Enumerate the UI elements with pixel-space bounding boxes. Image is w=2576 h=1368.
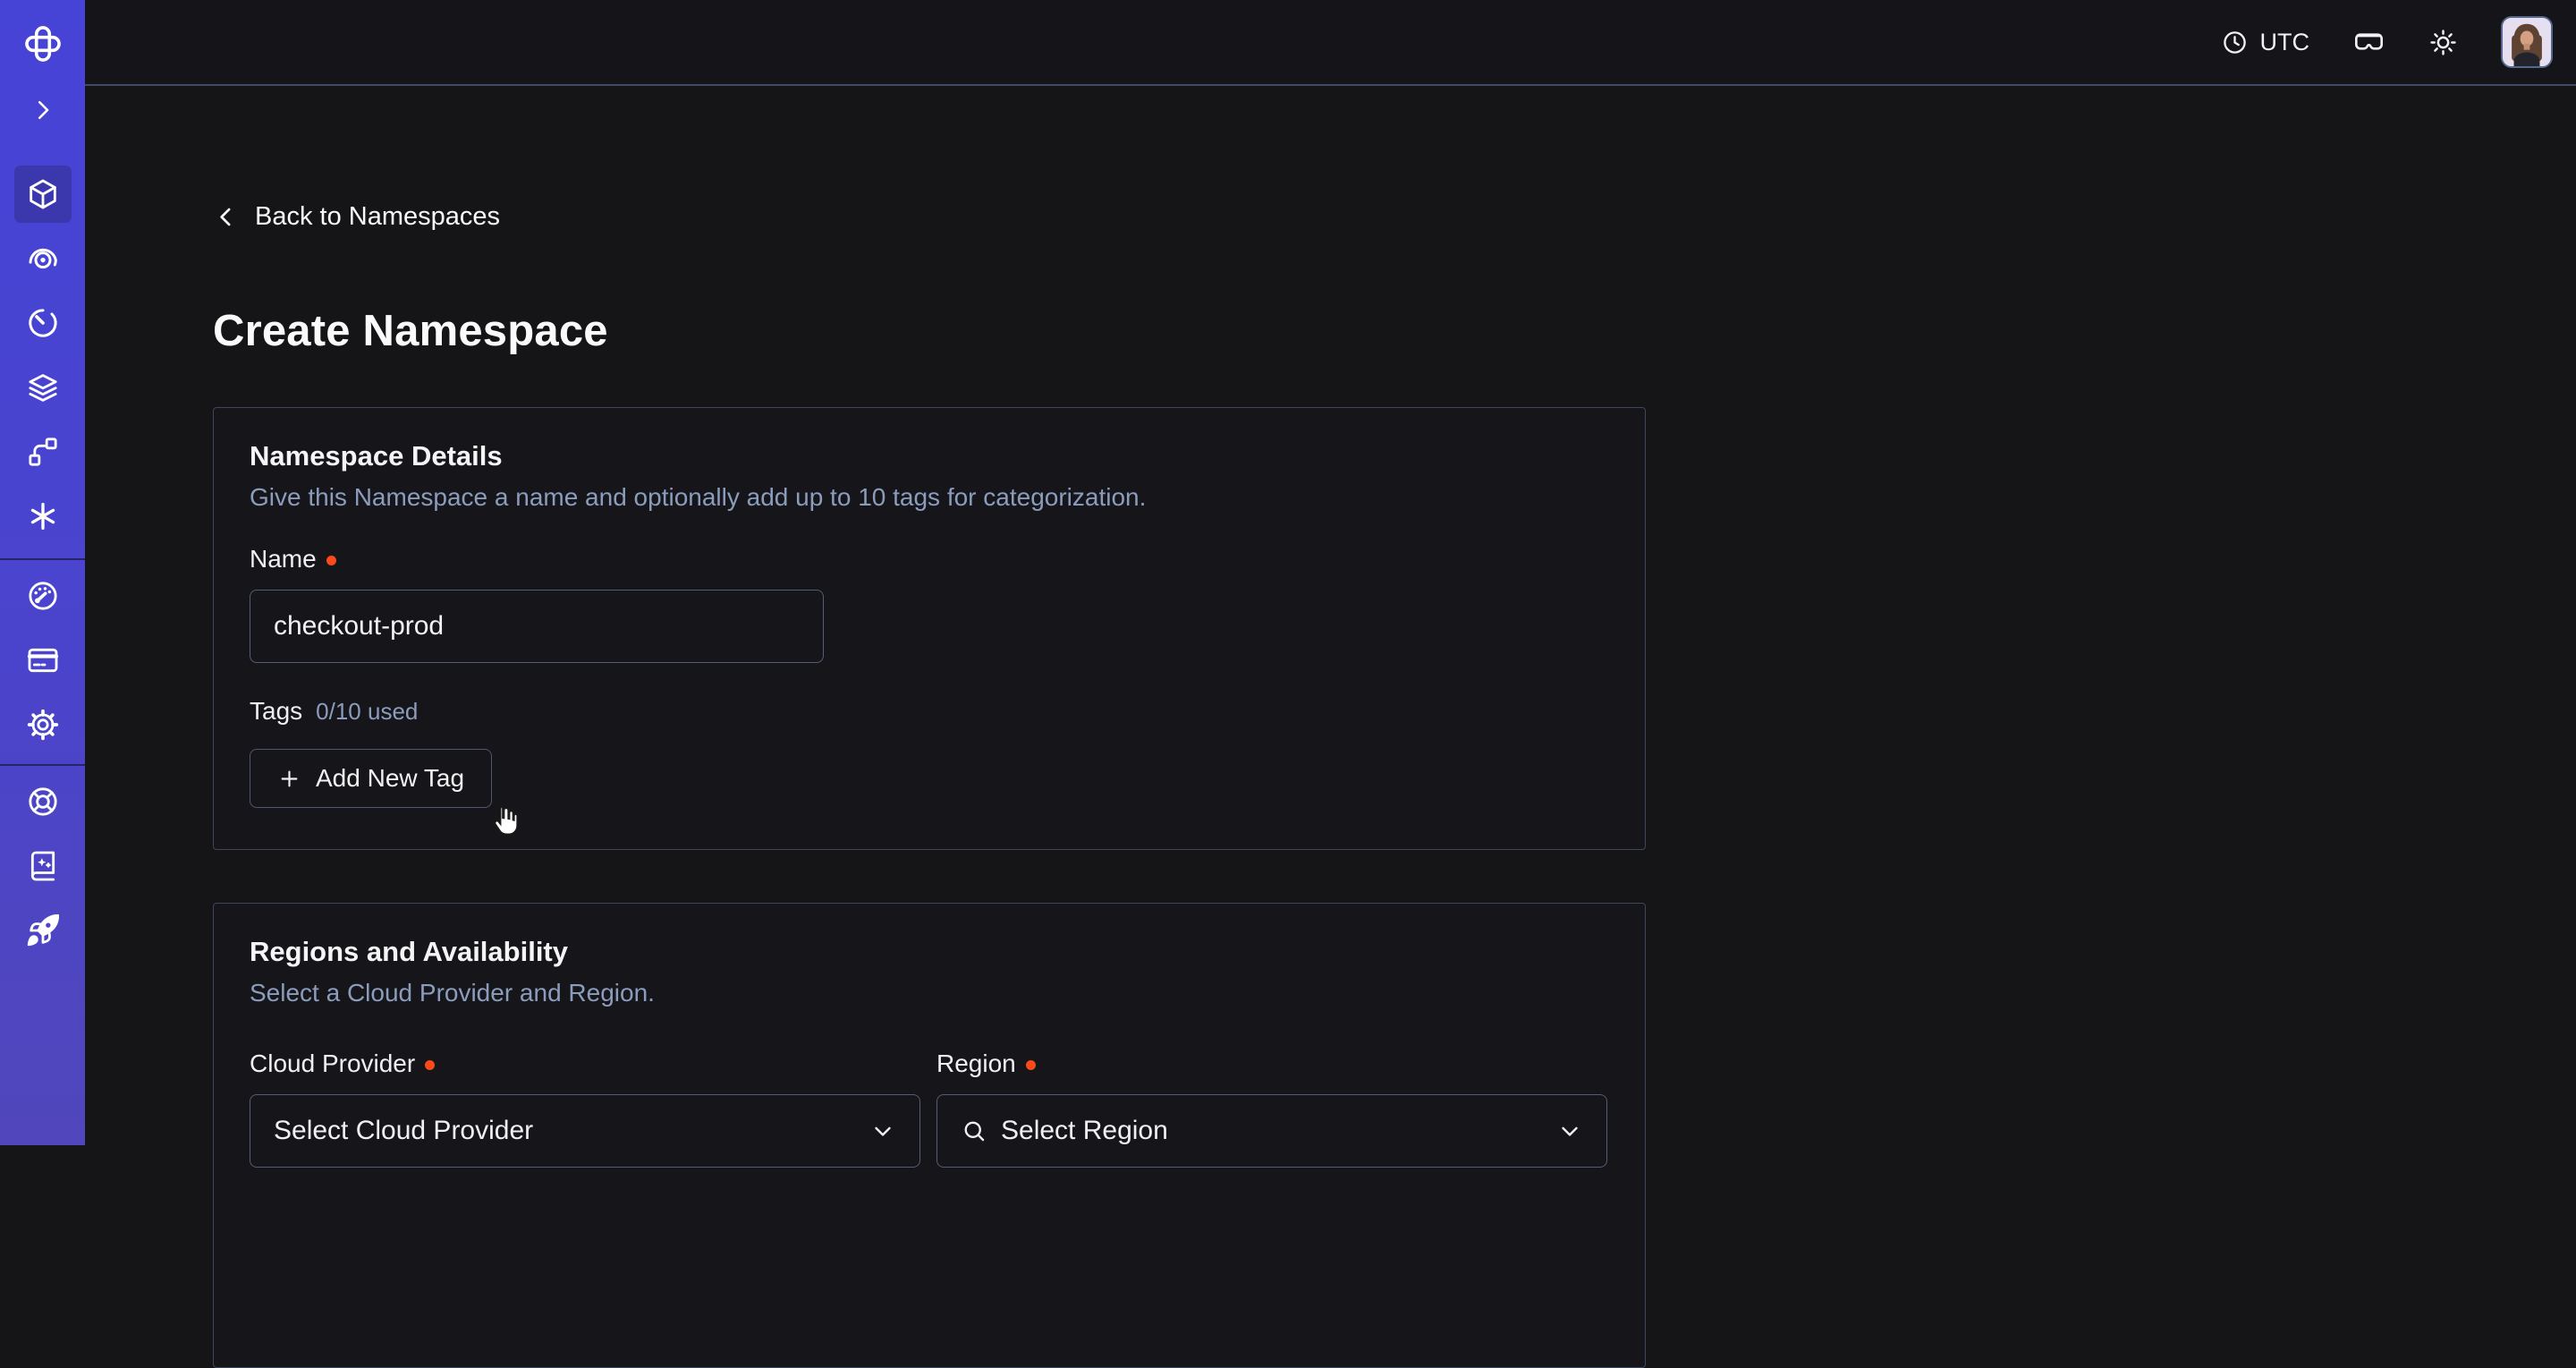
timezone-label: UTC <box>2260 29 2310 56</box>
main-content: Back to Namespaces Create Namespace Name… <box>85 88 2576 1145</box>
sidebar-item-timer[interactable] <box>14 294 72 352</box>
glasses-icon <box>2352 26 2385 59</box>
page-title: Create Namespace <box>213 306 2576 356</box>
gauge-icon <box>25 578 61 614</box>
chevron-down-icon <box>869 1117 896 1144</box>
layers-icon <box>25 370 61 405</box>
user-avatar[interactable] <box>2501 16 2553 68</box>
chevron-left-icon <box>213 204 239 230</box>
branch-icon <box>25 434 61 470</box>
sidebar-item-branch[interactable] <box>14 423 72 480</box>
cloud-provider-label: Cloud Provider <box>250 1049 415 1078</box>
region-select-value: Select Region <box>1001 1116 1168 1146</box>
lifebuoy-icon <box>25 784 61 820</box>
theme-toggle-button[interactable] <box>2428 28 2458 57</box>
namespace-details-card: Namespace Details Give this Namespace a … <box>213 407 1646 850</box>
cloud-provider-select-value: Select Cloud Provider <box>274 1116 533 1146</box>
sidebar-item-settings[interactable] <box>14 696 72 753</box>
timer-icon <box>25 305 61 341</box>
plus-icon <box>277 767 301 791</box>
sidebar-divider <box>0 764 85 766</box>
card-subtitle: Select a Cloud Provider and Region. <box>250 977 1609 1008</box>
sidebar <box>0 0 85 1145</box>
back-link-label: Back to Namespaces <box>255 202 500 232</box>
required-dot <box>326 556 336 565</box>
labs-glasses-button[interactable] <box>2352 26 2385 59</box>
cloud-provider-select[interactable]: Select Cloud Provider <box>250 1094 920 1168</box>
card-subtitle: Give this Namespace a name and optionall… <box>250 481 1609 513</box>
name-label: Name <box>250 545 317 574</box>
card-title: Namespace Details <box>250 438 1609 474</box>
sidebar-expand-chevron-icon[interactable] <box>30 97 56 123</box>
back-to-namespaces-link[interactable]: Back to Namespaces <box>213 202 500 232</box>
sidebar-item-spiral[interactable] <box>14 230 72 287</box>
sun-icon <box>2428 28 2458 57</box>
timezone-button[interactable]: UTC <box>2221 29 2310 56</box>
cube-icon <box>25 176 61 212</box>
asterisk-icon <box>25 498 61 534</box>
sidebar-item-usage[interactable] <box>14 567 72 625</box>
avatar-image <box>2503 18 2551 66</box>
region-label: Region <box>936 1049 1016 1078</box>
spiral-icon <box>25 241 61 276</box>
clock-icon <box>2221 29 2249 56</box>
chevron-down-icon <box>1556 1117 1583 1144</box>
required-dot <box>1026 1060 1036 1070</box>
rocket-icon <box>25 913 61 948</box>
namespace-name-input[interactable] <box>250 590 824 663</box>
region-select[interactable]: Select Region <box>936 1094 1607 1168</box>
sidebar-item-layers[interactable] <box>14 359 72 416</box>
add-new-tag-label: Add New Tag <box>316 764 464 793</box>
sidebar-item-namespaces[interactable] <box>14 166 72 223</box>
required-dot <box>425 1060 435 1070</box>
temporal-logo-icon[interactable] <box>22 23 64 64</box>
credit-card-icon <box>25 642 61 678</box>
sidebar-item-support[interactable] <box>14 773 72 830</box>
sidebar-item-getting-started[interactable] <box>14 902 72 959</box>
add-new-tag-button[interactable]: Add New Tag <box>250 749 492 808</box>
sidebar-item-docs[interactable] <box>14 837 72 895</box>
book-sparkles-icon <box>25 848 61 884</box>
search-icon <box>961 1117 987 1144</box>
sidebar-item-asterisk[interactable] <box>14 488 72 545</box>
tags-usage-counter: 0/10 used <box>316 698 418 726</box>
gear-icon <box>25 707 61 743</box>
sidebar-divider <box>0 558 85 560</box>
regions-availability-card: Regions and Availability Select a Cloud … <box>213 903 1646 1368</box>
card-title: Regions and Availability <box>250 934 1609 970</box>
tags-label: Tags <box>250 697 302 726</box>
topbar: UTC <box>85 0 2576 86</box>
sidebar-item-billing[interactable] <box>14 632 72 689</box>
